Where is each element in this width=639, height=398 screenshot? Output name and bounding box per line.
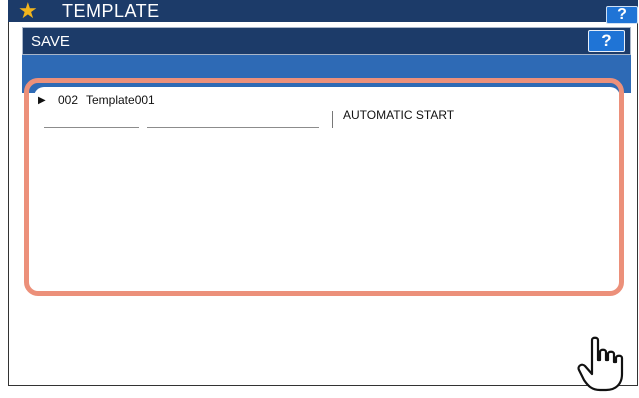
highlight-callout <box>24 78 624 296</box>
background-help-button[interactable]: ? <box>606 6 638 24</box>
dialog-titlebar: SAVE ? <box>22 27 631 55</box>
star-icon: ★ <box>18 0 38 23</box>
dialog-help-button[interactable]: ? <box>588 30 625 52</box>
dialog-title: SAVE <box>31 33 70 50</box>
background-titlebar: ★ TEMPLATE ? <box>8 0 638 24</box>
background-title: TEMPLATE <box>62 1 160 21</box>
hand-pointer-icon <box>577 336 624 392</box>
